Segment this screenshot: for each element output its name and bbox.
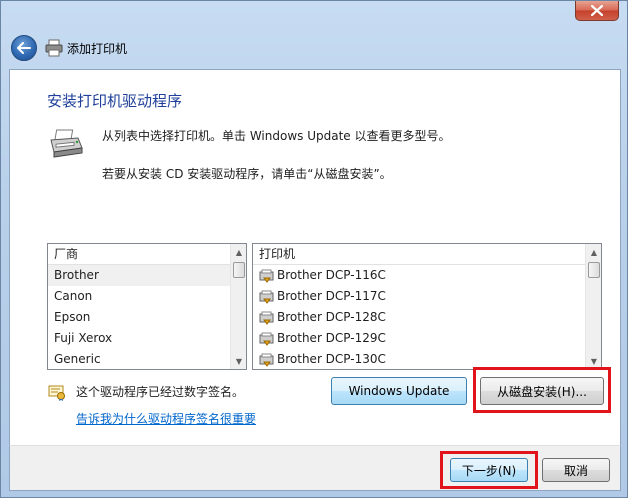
list-item[interactable]: Epson	[48, 307, 230, 328]
window-title: 添加打印机	[67, 41, 128, 56]
add-printer-dialog: 添加打印机 安装打印机驱动程序 从列表中选择打印机。单击 Windows Upd…	[0, 0, 628, 498]
printer-model-label: Brother DCP-117C	[277, 289, 386, 303]
scroll-thumb[interactable]	[588, 262, 600, 278]
list-item[interactable]: Canon	[48, 286, 230, 307]
printer-model-list[interactable]: 打印机 Brother DCP-116C Brother DCP-117C Br…	[252, 243, 602, 370]
printer-model-label: Brother DCP-129C	[277, 331, 386, 345]
list-item[interactable]: Brother DCP-116C	[253, 265, 585, 286]
driver-icon	[259, 353, 274, 367]
intro-text-line2: 若要从安装 CD 安装驱动程序，请单击“从磁盘安装”。	[102, 167, 392, 181]
close-button[interactable]	[575, 1, 619, 21]
back-arrow-icon	[17, 42, 31, 54]
intro-text-line1: 从列表中选择打印机。单击 Windows Update 以查看更多型号。	[102, 129, 451, 143]
printer-icon	[45, 39, 63, 57]
signature-status-text: 这个驱动程序已经过数字签名。	[76, 385, 245, 399]
scroll-up-icon[interactable]: ▲	[586, 244, 602, 260]
signed-driver-icon	[48, 385, 65, 401]
printer-icon	[50, 129, 83, 158]
list-item[interactable]: Brother DCP-128C	[253, 307, 585, 328]
printer-model-label: Brother DCP-128C	[277, 310, 386, 324]
page-heading: 安装打印机驱动程序	[47, 92, 183, 110]
driver-icon	[259, 290, 274, 304]
close-icon	[591, 5, 603, 16]
scroll-down-icon[interactable]: ▼	[231, 353, 247, 369]
manufacturer-list-header: 厂商	[48, 244, 230, 265]
dialog-footer: 下一步(N) 取消	[9, 445, 621, 491]
printer-list-header: 打印机	[253, 244, 585, 265]
main-content: 安装打印机驱动程序 从列表中选择打印机。单击 Windows Update 以查…	[9, 69, 621, 445]
list-item[interactable]: Generic	[48, 349, 230, 370]
navigation-bar: 添加打印机	[9, 31, 621, 65]
list-item[interactable]: Fuji Xerox	[48, 328, 230, 349]
printer-model-label: Brother DCP-116C	[277, 268, 386, 282]
next-button[interactable]: 下一步(N)	[450, 458, 528, 482]
manufacturer-list[interactable]: 厂商 Brother Canon Epson Fuji Xerox Generi…	[47, 243, 247, 370]
back-button[interactable]	[11, 35, 37, 61]
printer-scrollbar[interactable]: ▲ ▼	[585, 244, 601, 369]
driver-icon	[259, 332, 274, 346]
cancel-button[interactable]: 取消	[542, 458, 610, 482]
list-item[interactable]: Brother DCP-129C	[253, 328, 585, 349]
windows-update-button[interactable]: Windows Update	[331, 377, 467, 405]
scroll-up-icon[interactable]: ▲	[231, 244, 247, 260]
driver-icon	[259, 311, 274, 325]
manufacturer-scrollbar[interactable]: ▲ ▼	[230, 244, 246, 369]
scroll-thumb[interactable]	[233, 262, 245, 278]
driver-icon	[259, 269, 274, 283]
printer-model-label: Brother DCP-130C	[277, 352, 386, 366]
list-item[interactable]: Brother DCP-117C	[253, 286, 585, 307]
list-item[interactable]: Brother	[48, 265, 230, 286]
signature-info-link[interactable]: 告诉我为什么驱动程序签名很重要	[76, 410, 256, 427]
have-disk-button[interactable]: 从磁盘安装(H)...	[480, 377, 604, 405]
